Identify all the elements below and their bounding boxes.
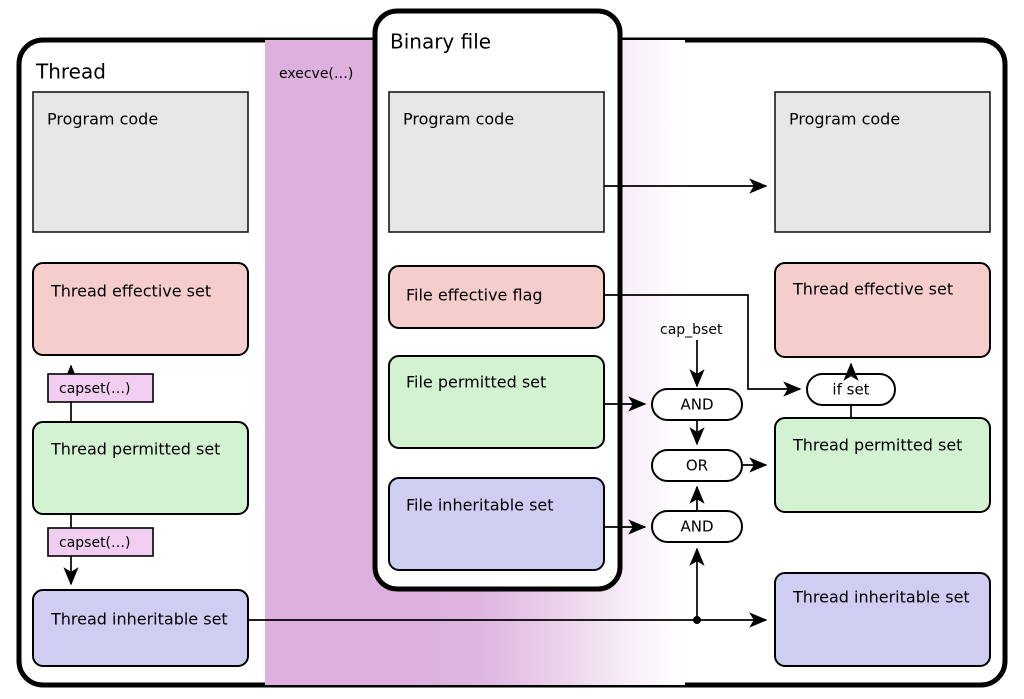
result-thread-permitted-set-label: Thread permitted set [792,436,962,455]
result-thread-permitted-set-box [774,417,991,513]
thread-effective-set-label: Thread effective set [50,282,211,301]
binary-program-code-label: Program code [403,110,514,129]
result-program-code-label: Program code [789,110,900,129]
or-gate-label: OR [686,457,708,475]
if-set-label: if set [832,381,869,399]
file-permitted-set-box [388,355,605,449]
thread-panel-title: Thread [35,60,106,84]
capabilities-diagram: Thread execve(…) Program code Thread eff… [0,0,1024,699]
result-thread-effective-set-label: Thread effective set [792,280,953,299]
thread-program-code-label: Program code [47,110,158,129]
file-inheritable-set-label: File inheritable set [406,496,554,515]
result-thread-inheritable-set-label: Thread inheritable set [792,588,970,607]
thread-permitted-set-box [32,421,249,515]
and-lower-label: AND [680,518,713,536]
cap-bset-label: cap_bset [660,322,723,338]
file-inheritable-set-box [388,477,605,571]
and-upper-label: AND [680,396,713,414]
result-thread-effective-set-box [774,262,991,358]
thread-inheritable-set-label: Thread inheritable set [50,610,228,629]
capset-lower-label: capset(…) [59,535,130,551]
execve-label: execve(…) [279,66,353,82]
file-permitted-set-label: File permitted set [406,373,546,392]
capset-upper-label: capset(…) [59,381,130,397]
binary-file-panel-title: Binary file [390,30,491,54]
wire-junction-dot [693,616,701,624]
thread-permitted-set-label: Thread permitted set [50,440,220,459]
thread-effective-set-box [32,262,249,356]
file-effective-flag-label: File effective flag [406,286,543,305]
